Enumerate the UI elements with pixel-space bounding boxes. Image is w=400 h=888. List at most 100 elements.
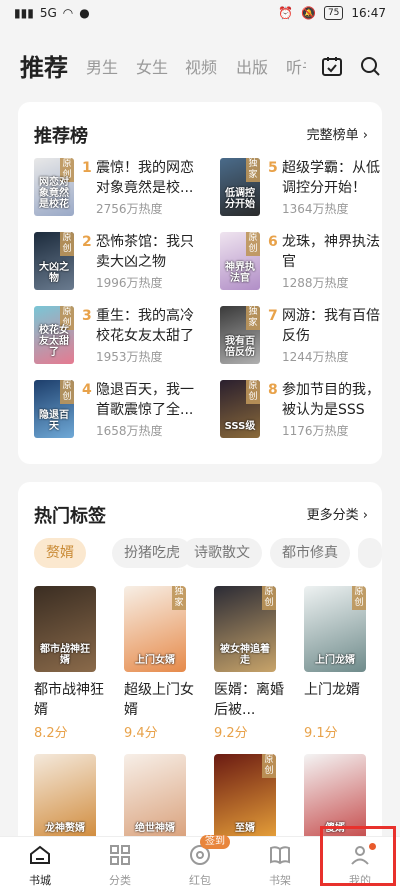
book-item[interactable]: 原创 至婿 — [214, 754, 288, 840]
rank-item[interactable]: 原创隐退百天 4 隐退百天，我一首歌震惊了全... 1658万热度 — [34, 380, 204, 444]
cover-title: 绝世神婿 — [135, 823, 175, 834]
checkin-badge[interactable]: 签到 — [200, 835, 230, 849]
chip-tag[interactable]: 都市修真 — [270, 538, 350, 568]
book-item[interactable]: 绝世神婿 — [124, 754, 198, 840]
cover-title: 低调控分开始 — [225, 188, 255, 210]
network-label: 5G — [39, 6, 57, 20]
rank-number: 3 — [82, 308, 92, 324]
rank-number: 4 — [82, 382, 92, 398]
book-cover: 原创隐退百天 — [34, 380, 74, 438]
nav-label: 分类 — [109, 874, 131, 887]
book-item[interactable]: 龙神赘婿 — [34, 754, 108, 840]
signal-icon: ▮▮▮ — [14, 6, 34, 20]
cover-title: 神界执法官 — [225, 262, 255, 284]
rank-heat: 1953万热度 — [96, 350, 163, 364]
book-cover: 原创 校花女友太甜了 — [34, 306, 74, 364]
chip-tag[interactable]: 诗歌散文 — [182, 538, 262, 568]
rank-item[interactable]: 原创 SSS级 8参加节目的我，被认为是SSS级... 1176万热度 — [220, 380, 390, 444]
rank-number: 1 — [82, 160, 92, 176]
book-item[interactable]: 原创 被女神追着走 医婿：离婚后被... 9.2分 — [214, 586, 288, 741]
rank-title: 网游：我有百倍反伤 — [282, 308, 380, 344]
rank-item[interactable]: 原创神界执法官 6 龙珠，神界执法官 1288万热度 — [220, 232, 390, 296]
cover-badge: 原创 — [60, 232, 74, 256]
rank-title: 超级学霸：从低调控分开始！ — [282, 160, 380, 196]
book-title: 上门龙婿 — [304, 682, 360, 698]
tags-card: 热门标签 更多分类 › 赘婿 扮猪吃虎 诗歌散文 都市修真 都市战神狂婿 都市战神… — [18, 482, 382, 862]
cover-badge: 原创 — [60, 380, 74, 404]
rank-heat: 1288万热度 — [282, 276, 349, 290]
nav-category[interactable]: 分类 — [90, 843, 150, 888]
cover-title: 隐退百天 — [39, 410, 69, 432]
rank-number: 8 — [268, 382, 278, 398]
book-cover: 原创大凶之物 — [34, 232, 74, 290]
rank-item[interactable]: 原创 大凶之物 2 恐怖茶馆：我只卖大凶之物 1996万热度 — [34, 232, 204, 296]
tab-female[interactable]: 女生 — [136, 54, 168, 78]
cover-badge: 原创 — [352, 586, 366, 610]
tags-title: 热门标签 — [34, 506, 106, 527]
cover-badge: 独家 — [246, 158, 260, 182]
book-cover: 独家 上门女婿 — [124, 586, 186, 672]
cover-badge: 独家 — [172, 586, 186, 610]
more-categories-link[interactable]: 更多分类 › — [307, 504, 368, 523]
nav-bookshelf[interactable]: 书架 — [250, 843, 310, 888]
book-cover: 原创 网恋对象竟然是校花 — [34, 158, 74, 216]
rank-item[interactable]: 原创 网恋对象竟然是校花 1 震惊！我的网恋对象竟然是校... 2756万热度 — [34, 158, 204, 222]
cover-title: 我有百倍反伤 — [225, 336, 255, 358]
nav-label: 红包 — [189, 874, 211, 887]
search-icon[interactable] — [358, 54, 382, 78]
rank-title: 参加节目的我，被认为是SSS级... — [282, 382, 380, 418]
tab-recommend[interactable]: 推荐 — [20, 48, 68, 83]
rank-item[interactable]: 原创 校花女友太甜了 3 重生：我的高冷校花女友太甜了 1953万热度 — [34, 306, 204, 370]
rank-title: 龙珠，神界执法官 — [282, 234, 380, 270]
grid-icon — [110, 845, 130, 865]
highlight-box — [320, 826, 396, 886]
book-item[interactable]: 独家 上门女婿 超级上门女婿 9.4分 — [124, 586, 198, 741]
full-ranking-link[interactable]: 完整榜单 › — [307, 124, 368, 143]
cover-badge: 原创 — [246, 232, 260, 256]
nav-redpacket[interactable]: 红包 — [170, 843, 230, 888]
book-cover: 绝世神婿 — [124, 754, 186, 840]
cover-title: 龙神赘婿 — [45, 823, 85, 834]
rank-heat: 1364万热度 — [282, 202, 349, 216]
cover-badge: 独家 — [246, 306, 260, 330]
rank-number: 2 — [82, 234, 92, 250]
cover-badge: 原创 — [246, 380, 260, 404]
rank-heat: 2756万热度 — [96, 202, 163, 216]
chip-tag[interactable]: 赘婿 — [34, 538, 86, 568]
book-item[interactable]: 都市战神狂婿 都市战神狂婿 8.2分 — [34, 586, 108, 741]
rank-number: 6 — [268, 234, 278, 250]
book-cover: 独家低调控分开始 — [220, 158, 260, 216]
chat-icon: ● — [79, 6, 90, 20]
book-cover: 原创上门龙婿 — [304, 586, 366, 672]
battery-icon: 75 — [323, 6, 344, 20]
rank-title: 震惊！我的网恋对象竟然是校... — [96, 160, 194, 196]
cover-badge: 原创 — [262, 754, 276, 778]
cover-title: SSS级 — [224, 421, 256, 432]
rank-title: 恐怖茶馆：我只卖大凶之物 — [96, 234, 194, 270]
rank-number: 5 — [268, 160, 278, 176]
rank-item[interactable]: 独家低调控分开始 5 超级学霸：从低调控分开始！ 1364万热度 — [220, 158, 390, 222]
tab-video[interactable]: 视频 — [185, 54, 217, 78]
calendar-checkin-icon[interactable] — [320, 54, 344, 78]
tab-male[interactable]: 男生 — [86, 54, 118, 78]
book-cover: 原创神界执法官 — [220, 232, 260, 290]
book-cover: 龙神赘婿 — [34, 754, 96, 840]
cover-badge: 原创 — [262, 586, 276, 610]
rank-heat: 1244万热度 — [282, 350, 349, 364]
rank-item[interactable]: 独家 我有百倍反伤 7 网游：我有百倍反伤 1244万热度 — [220, 306, 390, 370]
book-item[interactable]: 原创 上门龙婿 上门龙婿 9.1分 — [304, 586, 378, 741]
tab-audio[interactable]: 听书 — [286, 54, 306, 78]
rank-heat: 1658万热度 — [96, 424, 163, 438]
cover-title: 大凶之物 — [39, 262, 69, 284]
book-icon — [270, 846, 290, 865]
alarm-icon: ⏰ — [278, 6, 293, 20]
rank-title: 重生：我的高冷校花女友太甜了 — [96, 308, 194, 344]
mute-icon: 🔕 — [301, 6, 316, 20]
nav-bookstore[interactable]: 书城 — [10, 843, 70, 888]
tab-publish[interactable]: 出版 — [236, 54, 268, 78]
rank-title: 隐退百天，我一首歌震惊了全... — [96, 382, 194, 418]
nav-label: 书架 — [269, 874, 291, 887]
cover-title: 上门龙婿 — [315, 655, 355, 666]
chip-tag-partial[interactable] — [358, 538, 382, 568]
chip-tag[interactable]: 扮猪吃虎 — [112, 538, 192, 568]
